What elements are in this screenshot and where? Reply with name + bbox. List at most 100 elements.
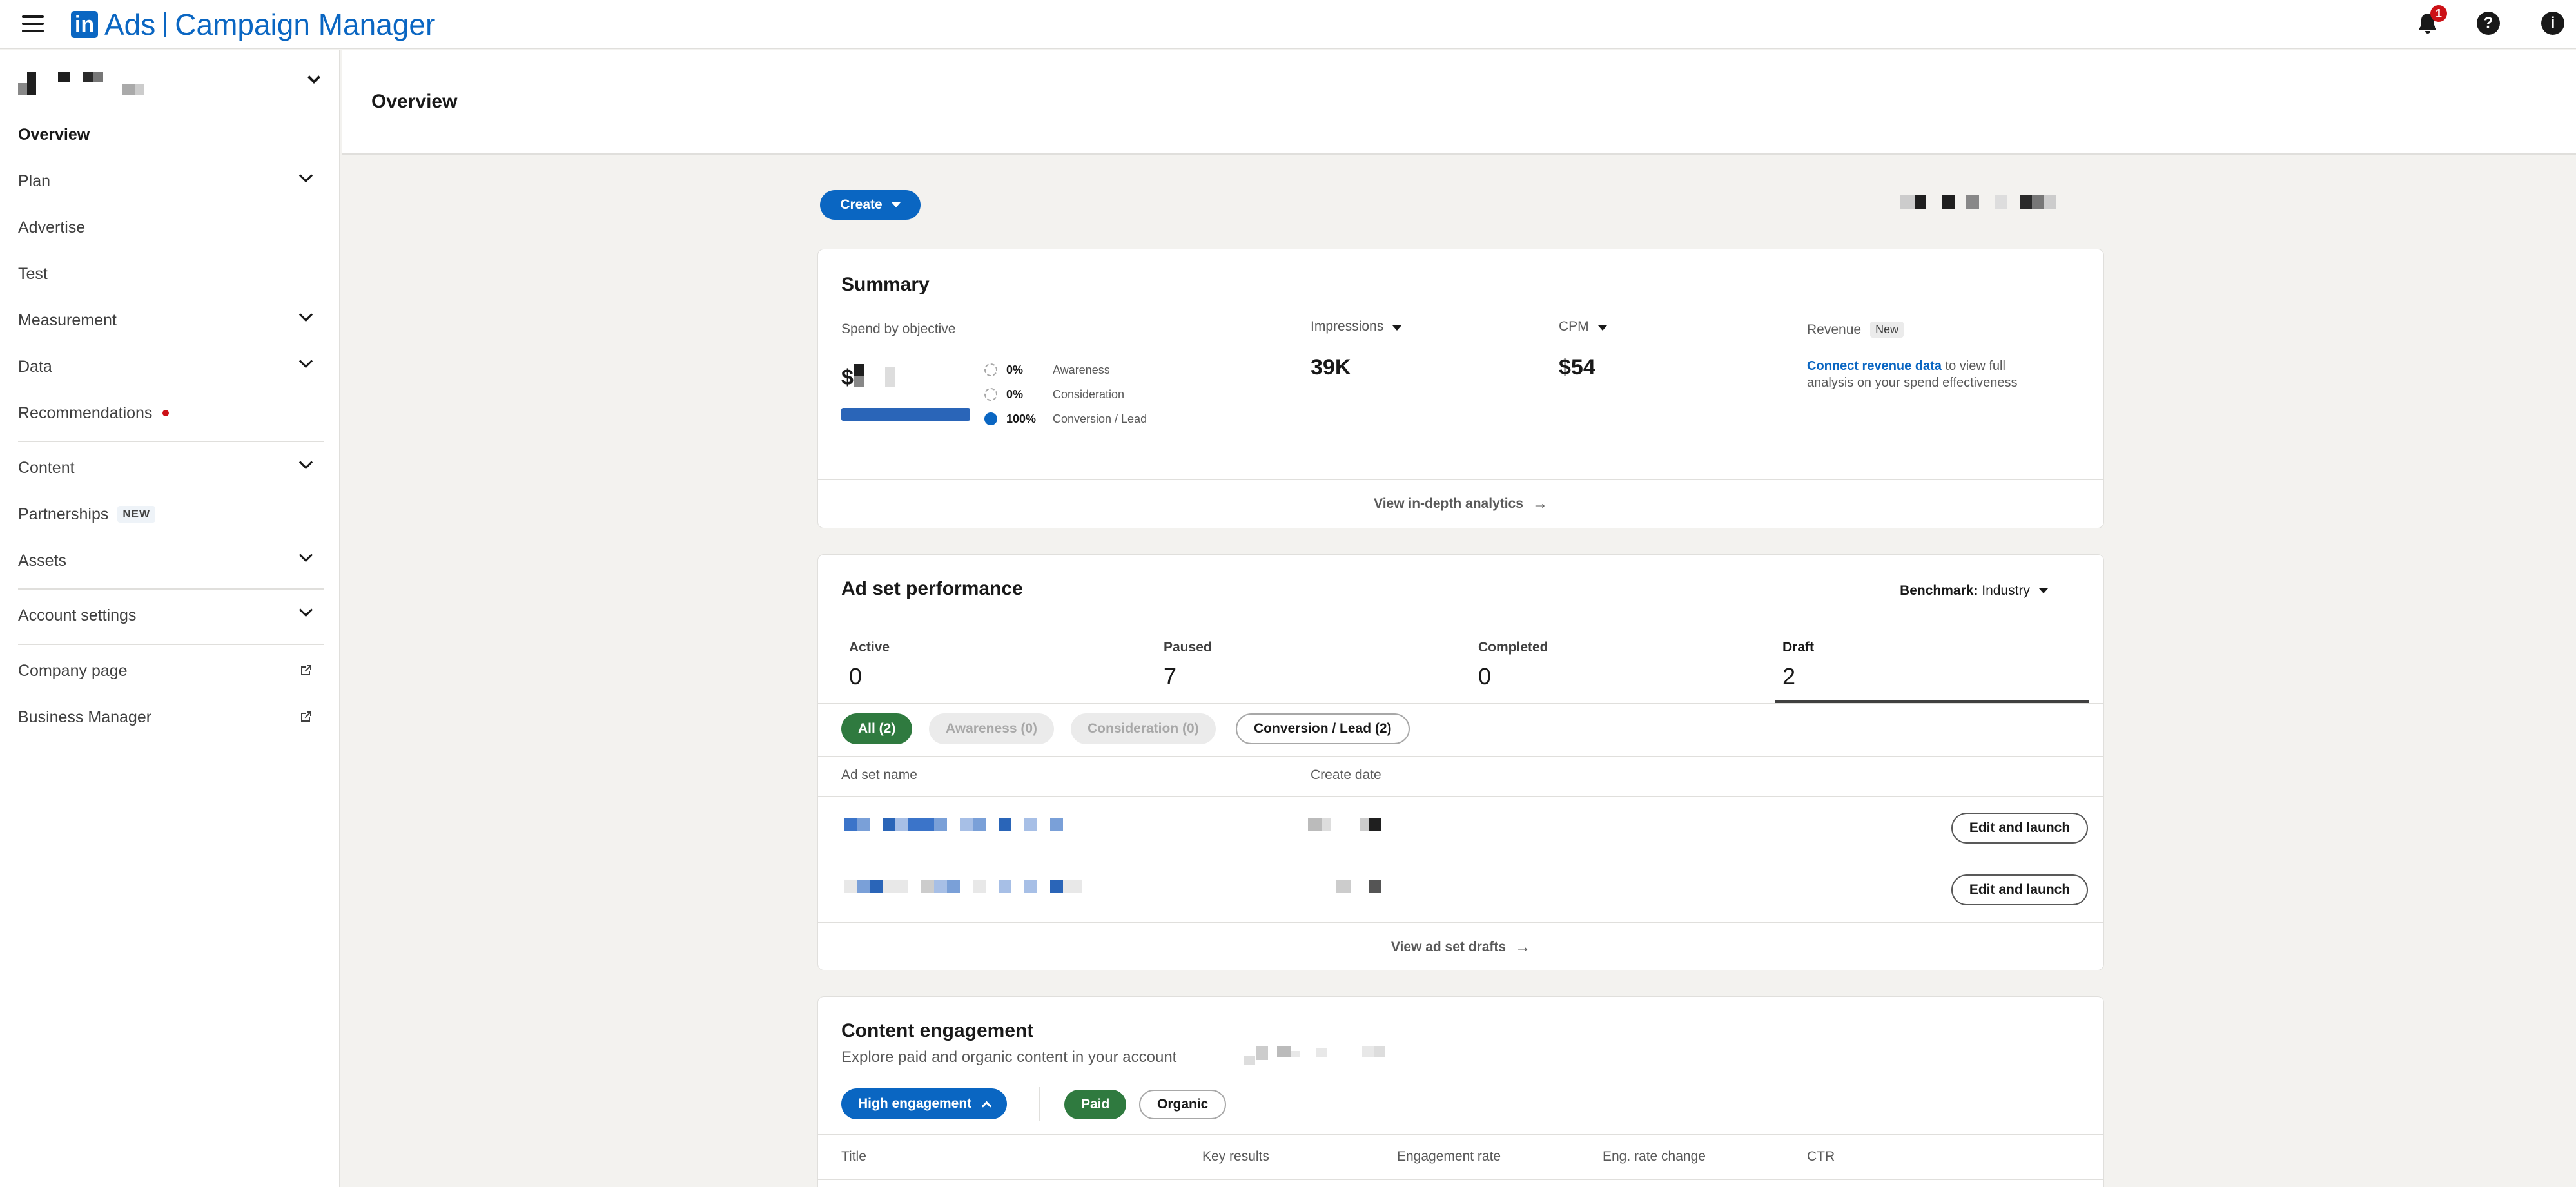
brand[interactable]: in Ads Campaign Manager (71, 8, 435, 41)
tab-count: 7 (1164, 663, 1177, 690)
chevron-down-icon (307, 71, 320, 84)
create-button[interactable]: Create (820, 190, 921, 220)
chevron-up-icon (981, 1101, 992, 1111)
legend-consideration: 0% Consideration (984, 385, 1124, 404)
sidebar: Overview Plan Advertise Test Measurement… (0, 50, 340, 1187)
redacted-pixel (883, 880, 908, 893)
sidebar-item-advertise[interactable]: Advertise (18, 209, 321, 246)
sidebar-item-plan[interactable]: Plan (18, 163, 321, 199)
hamburger-icon[interactable] (22, 15, 44, 32)
sidebar-item-partnerships[interactable]: Partnerships NEW (18, 496, 321, 532)
engagement-subtitle: Explore paid and organic content in your… (841, 1048, 1177, 1066)
chip-conversion-lead[interactable]: Conversion / Lead (2) (1236, 713, 1410, 744)
sidebar-item-business-manager[interactable]: Business Manager (18, 699, 321, 735)
sidebar-item-test[interactable]: Test (18, 256, 321, 292)
organic-chip[interactable]: Organic (1139, 1090, 1227, 1119)
bell-icon[interactable]: 1 (2415, 5, 2447, 36)
sidebar-item-recommendations[interactable]: Recommendations (18, 395, 321, 431)
account-switcher[interactable] (18, 65, 321, 110)
legend-pct: 0% (1006, 363, 1024, 376)
account-avatar-pixel (27, 72, 36, 95)
legend-pct: 100% (1006, 412, 1037, 425)
high-engagement-label: High engagement (858, 1096, 972, 1111)
ad-set-name-redacted[interactable] (844, 880, 1089, 893)
redacted-pixel (1336, 880, 1351, 893)
sidebar-item-measurement[interactable]: Measurement (18, 302, 321, 338)
col-key-results: Key results (1202, 1149, 1269, 1164)
benchmark-dropdown[interactable]: Benchmark: Industry (1900, 583, 2048, 599)
chevron-down-icon (298, 307, 313, 322)
tab-completed[interactable]: Completed 0 (1470, 633, 1785, 703)
impressions-dropdown[interactable]: Impressions (1311, 319, 1402, 334)
revenue-description: Connect revenue data to view full analys… (1807, 358, 2078, 391)
tab-paused[interactable]: Paused 7 (1156, 633, 1470, 703)
chip-awareness[interactable]: Awareness (0) (929, 713, 1055, 744)
sidebar-item-data[interactable]: Data (18, 349, 321, 385)
edit-and-launch-button[interactable]: Edit and launch (1951, 874, 2088, 905)
redacted-pixel (999, 818, 1011, 831)
spend-by-objective-label: Spend by objective (841, 322, 956, 336)
create-date-redacted (1308, 880, 1392, 893)
info-icon[interactable]: i (2540, 10, 2566, 36)
cpm-dropdown[interactable]: CPM (1559, 319, 1607, 334)
high-engagement-dropdown[interactable]: High engagement (841, 1088, 1008, 1119)
account-avatar-pixel (93, 72, 103, 82)
tab-draft[interactable]: Draft 2 (1775, 633, 2089, 703)
redacted-pixel (895, 818, 908, 831)
redacted-pixel (885, 367, 895, 387)
tab-count: 2 (1782, 663, 1796, 690)
sidebar-item-company-page[interactable]: Company page (18, 653, 321, 689)
edit-and-launch-button[interactable]: Edit and launch (1951, 813, 2088, 844)
linkedin-logo-icon: in (71, 11, 98, 38)
sidebar-item-label: Measurement (18, 311, 117, 329)
sidebar-item-content[interactable]: Content (18, 450, 321, 486)
tab-active[interactable]: Active 0 (841, 633, 1156, 703)
redacted-pixel (1915, 195, 1926, 209)
divider (818, 703, 2103, 704)
spend-currency: $ (841, 365, 854, 390)
redacted-pixel (934, 880, 947, 893)
redacted-pixel (1024, 880, 1037, 893)
col-ctr: CTR (1807, 1149, 1835, 1164)
sidebar-item-label: Business Manager (18, 708, 152, 726)
sidebar-item-label: Overview (18, 125, 90, 144)
redacted-pixel (2044, 195, 2056, 209)
redacted-pixel (973, 818, 986, 831)
sidebar-item-label: Account settings (18, 606, 137, 624)
sidebar-item-label: Data (18, 357, 52, 376)
account-avatar-pixel (135, 84, 144, 95)
view-analytics-link[interactable]: View in-depth analytics → (818, 479, 2103, 528)
brand-ads: Ads (104, 8, 156, 41)
account-avatar-pixel (122, 84, 135, 95)
ad-set-name-redacted[interactable] (844, 818, 1089, 831)
redacted-pixel (1942, 195, 1955, 209)
connect-revenue-link[interactable]: Connect revenue data (1807, 359, 1942, 373)
caret-down-icon (891, 202, 901, 207)
sidebar-item-label: Test (18, 264, 48, 283)
new-badge: New (1870, 322, 1904, 338)
chip-consideration[interactable]: Consideration (0) (1071, 713, 1216, 744)
chevron-down-icon (298, 354, 313, 369)
account-info-redacted (1900, 195, 2058, 209)
paid-chip[interactable]: Paid (1064, 1090, 1127, 1119)
col-eng-rate-change: Eng. rate change (1603, 1149, 1706, 1164)
sidebar-item-account-settings[interactable]: Account settings (18, 597, 321, 633)
legend-dot-icon (984, 412, 997, 425)
sidebar-item-assets[interactable]: Assets (18, 543, 321, 579)
tab-label: Active (849, 640, 890, 655)
redacted-pixel (883, 818, 895, 831)
benchmark-label: Benchmark: (1900, 583, 1978, 598)
notification-badge: 1 (2430, 5, 2447, 22)
new-badge: NEW (117, 506, 156, 523)
redacted-pixel (960, 818, 973, 831)
view-drafts-link[interactable]: View ad set drafts → (818, 922, 2103, 971)
sidebar-item-overview[interactable]: Overview (18, 117, 321, 153)
redacted-pixel (854, 376, 864, 387)
table-row: Edit and launch (818, 797, 2103, 859)
chip-all[interactable]: All (2) (841, 713, 913, 744)
account-avatar-pixel (58, 72, 70, 82)
redacted-pixel (857, 880, 870, 893)
revenue-label: Revenue (1807, 322, 1862, 337)
table-row: Edit and launch (818, 859, 2103, 921)
help-icon[interactable]: ? (2475, 10, 2501, 36)
